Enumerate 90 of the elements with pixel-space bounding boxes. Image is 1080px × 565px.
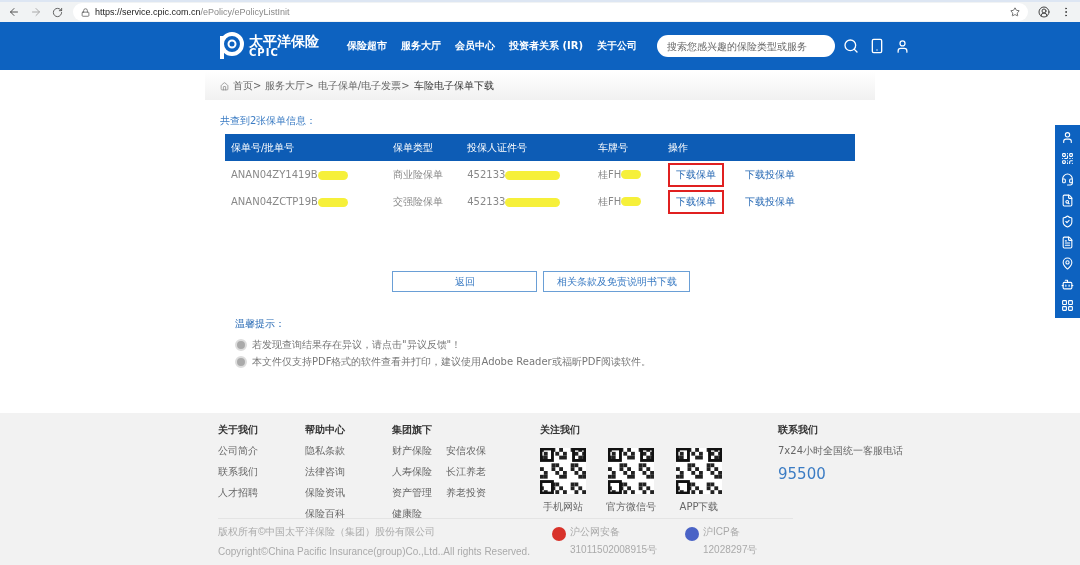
policy-type: 商业险保单 [392,168,443,180]
footer-link[interactable]: 安信农保 [446,444,486,458]
footer-link[interactable]: 保险百科 [305,507,345,521]
caption-text: 手机网站 [543,500,583,514]
search-icon[interactable] [843,38,860,54]
footer-link[interactable]: 保险资讯 [305,486,345,500]
url-text: https://service.cpic.com.cn/ePolicy/ePolicyListInit [95,7,290,17]
download-application-link[interactable]: 下载投保单 [745,195,795,207]
nav-link[interactable]: 关于公司 [597,39,638,53]
footer-heading: 联系我们 [778,423,819,437]
record-number: 12028297号 [703,543,759,557]
footer-heading: 关于我们 [218,423,259,437]
policy-number: ANAN04ZCTP19B [231,196,318,207]
document-icon[interactable] [1061,236,1074,249]
footer-link[interactable]: 人寿保险 [392,465,432,479]
profile-icon[interactable] [1038,6,1050,18]
footer-link[interactable]: 人才招聘 [218,486,258,500]
footer-link[interactable]: 联系我们 [218,465,258,479]
plate-number: 桂FH [598,168,622,180]
reload-icon[interactable] [52,6,63,18]
police-badge-icon [552,527,566,541]
search-field[interactable]: 搜索您感兴趣的保险类型或服务 [657,35,836,57]
robot-icon[interactable] [1061,278,1074,291]
caption-text: APP下载 [679,500,719,514]
column-header: 保单类型 [386,134,462,161]
qr-code [676,448,722,494]
tip-text: 若发现查询结果存在异议，请点击"异议反馈"！ [252,338,462,352]
user-icon[interactable] [1061,131,1074,144]
holder-id: 452133 [467,169,506,180]
tip-icon [235,339,247,351]
plate-number: 桂FH [598,195,622,207]
nav-link[interactable]: 投资者关系 (IR) [509,39,584,53]
nav-link[interactable]: 保险超市 [347,39,387,53]
home-icon [220,81,229,91]
download-policy-link[interactable]: 下载保单 [668,162,724,187]
map-pin-icon[interactable] [1061,257,1074,270]
document-search-icon[interactable] [1061,194,1074,207]
lock-icon [81,7,90,17]
nav-link[interactable]: 会员中心 [455,39,495,53]
grid-icon[interactable] [1061,299,1074,312]
download-application-link[interactable]: 下载投保单 [745,168,795,180]
logo-subtitle: CPIC [249,48,279,58]
copyright-text: Copyright©China Pacific Insurance(group)Co.,Ltd..All rights Reserved. [218,546,531,557]
back-button[interactable]: 返回 [392,271,537,292]
footer-heading: 帮助中心 [305,423,346,437]
hotline-number: 95500 [778,465,827,483]
copyright-text: 版权所有©中国太平洋保险（集团）股份有限公司 [218,525,437,539]
tips-title: 温馨提示： [235,317,286,331]
page-title: 车险电子保单下载 [413,79,494,93]
qr-code [608,448,654,494]
column-header: 操作 [662,134,855,161]
user-icon[interactable] [895,38,911,54]
column-header: 车牌号 [592,134,662,161]
terms-download-button[interactable]: 相关条款及免责说明书下载 [543,271,690,292]
star-icon[interactable] [1010,7,1020,17]
footer-link[interactable]: 隐私条款 [305,444,345,458]
nav-link[interactable]: 服务大厅 [401,39,441,53]
hotline-description: 7x24小时全国统一客服电话 [778,444,904,458]
footer-link[interactable]: 资产管理 [392,486,432,500]
logo-name: 太平洋保险 [249,34,319,48]
qr-code [540,448,586,494]
policy-type: 交强险保单 [392,195,443,207]
logo-icon [218,32,244,60]
caption-text: 官方微信号 [606,500,656,514]
back-icon[interactable] [8,6,20,18]
shield-icon[interactable] [1061,215,1074,228]
holder-id: 452133 [467,196,506,207]
footer-link[interactable]: 财产保险 [392,444,432,458]
footer-heading: 关注我们 [540,423,581,437]
address-bar[interactable]: https://service.cpic.com.cn/ePolicy/ePolicyListInit [73,3,1028,21]
qr-code-icon[interactable] [1061,152,1074,165]
column-header: 投保人证件号 [461,134,592,161]
footer-heading: 集团旗下 [392,423,433,437]
tip-icon [235,356,247,368]
column-header: 保单号/批单号 [225,134,387,161]
download-policy-link[interactable]: 下载保单 [668,189,724,214]
footer-link[interactable]: 健康险 [392,507,432,521]
tip-text: 本文件仅支持PDF格式的软件查看并打印，建议使用Adobe Reader或福昕PDF阅读软件。 [252,355,652,369]
footer-link[interactable]: 养老投资 [446,486,486,500]
breadcrumb-link[interactable]: 服务大厅> [265,79,314,93]
breadcrumb-link[interactable]: 首页> [233,79,262,93]
emblem-icon [685,527,699,541]
policy-number: ANAN04ZY1419B [231,169,318,180]
footer-link[interactable]: 公司简介 [218,444,258,458]
footer-link[interactable]: 长江养老 [446,465,486,479]
breadcrumb-link[interactable]: 电子保单/电子发票> [317,79,410,93]
result-summary: 共查到2张保单信息： [220,114,318,128]
headset-icon[interactable] [1061,173,1074,186]
record-number: 31011502008915号 [570,543,659,557]
footer-link[interactable]: 法律咨询 [305,465,345,479]
